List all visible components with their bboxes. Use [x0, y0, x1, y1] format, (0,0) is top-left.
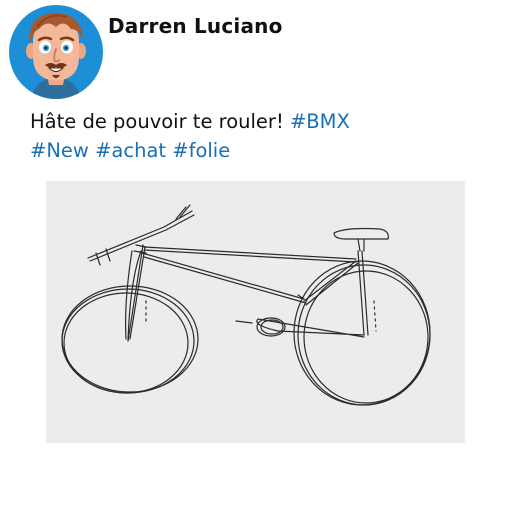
post-text-line-2: #New #achat #folie	[30, 136, 490, 165]
hashtag-new[interactable]: #New	[30, 139, 89, 162]
hashtag-bmx[interactable]: #BMX	[290, 110, 350, 133]
social-post: Darren Luciano Hâte de pouvoir te rouler…	[0, 0, 512, 512]
bicycle-sketch-icon	[61, 204, 431, 406]
post-text-body: Hâte de pouvoir te rouler!	[30, 110, 290, 133]
post-text-line-1: Hâte de pouvoir te rouler! #BMX	[30, 107, 490, 136]
post-text: Hâte de pouvoir te rouler! #BMX #New #ac…	[30, 107, 490, 165]
avatar[interactable]	[9, 5, 103, 99]
cartoon-man-avatar-icon	[26, 13, 86, 99]
author-name[interactable]: Darren Luciano	[108, 14, 283, 38]
post-image[interactable]	[46, 181, 465, 443]
hashtag-folie[interactable]: #folie	[172, 139, 230, 162]
hashtag-achat[interactable]: #achat	[95, 139, 166, 162]
